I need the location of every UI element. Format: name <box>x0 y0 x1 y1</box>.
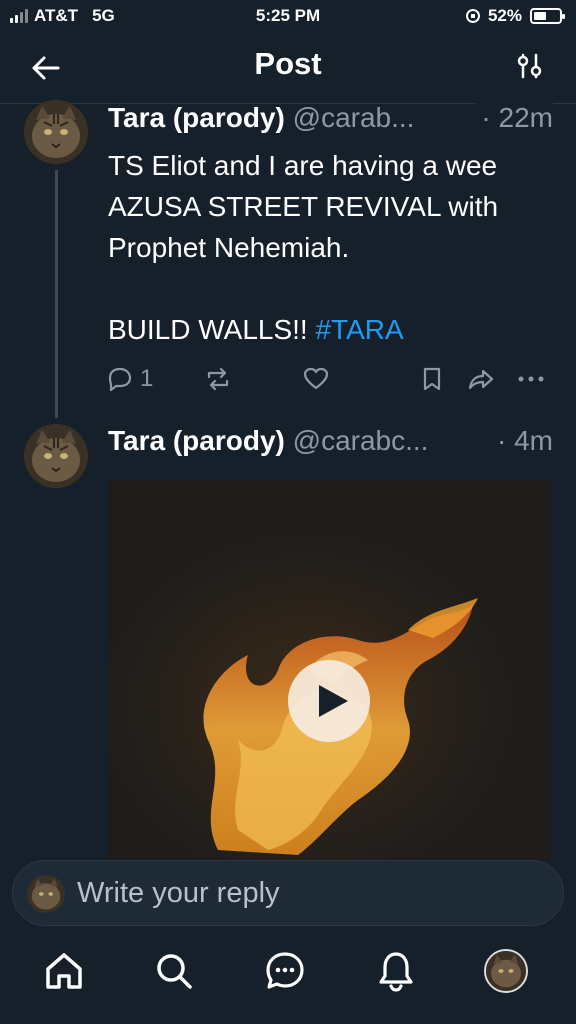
page-title: Post <box>254 46 322 81</box>
bookmark-button[interactable] <box>419 365 445 393</box>
reply-input[interactable]: Write your reply <box>77 877 280 910</box>
search-icon <box>157 954 192 989</box>
share-button[interactable] <box>466 365 496 393</box>
play-icon <box>319 685 348 717</box>
display-name[interactable]: Tara (parody) <box>108 425 285 456</box>
post-text: TS Eliot and I are having a wee AZUSA ST… <box>108 145 558 350</box>
video-media[interactable] <box>108 480 551 860</box>
reply-icon <box>108 367 132 392</box>
cat-avatar-image <box>27 875 65 913</box>
reply-button[interactable]: 1 <box>106 365 153 393</box>
post-text-line: TS Eliot and I are having a wee <box>108 150 498 181</box>
nav-notifications[interactable] <box>374 949 418 993</box>
handle[interactable]: @carab... <box>293 102 415 133</box>
cat-avatar-image <box>24 100 88 164</box>
notifications-icon <box>379 952 413 992</box>
cat-avatar-image <box>24 424 88 488</box>
status-right: 52% <box>465 6 565 26</box>
like-icon <box>303 367 329 390</box>
display-name[interactable]: Tara (parody) <box>108 102 285 133</box>
bookmark-icon <box>423 367 441 391</box>
orientation-lock-icon <box>465 9 480 23</box>
handle[interactable]: @carabc... <box>293 425 429 456</box>
avatar[interactable] <box>24 424 88 488</box>
status-bar: AT&T 5G 5:25 PM 52% <box>0 0 576 34</box>
more-icon <box>518 376 544 382</box>
reply-count: 1 <box>140 365 154 392</box>
messages-icon <box>266 952 304 989</box>
cat-avatar-image <box>486 951 526 991</box>
retweet-button[interactable] <box>204 365 232 393</box>
thread-connector <box>55 170 58 418</box>
post-text-line: BUILD WALLS!! <box>108 314 308 345</box>
battery-icon <box>530 8 565 24</box>
like-button[interactable] <box>302 365 330 393</box>
profile-avatar[interactable] <box>484 949 528 993</box>
sliders-icon <box>517 53 542 79</box>
nav-home[interactable] <box>42 949 86 993</box>
avatar <box>27 875 65 913</box>
share-icon <box>468 369 494 390</box>
header: Post <box>0 34 576 104</box>
avatar[interactable] <box>24 100 88 164</box>
retweet-icon <box>207 367 229 391</box>
post-text-line: AZUSA STREET REVIVAL with <box>108 191 499 222</box>
timestamp: · 4m <box>491 425 553 457</box>
post-header: Tara (parody) @carab... · 22m <box>108 102 553 134</box>
post-text-line: Prophet Nehemiah. <box>108 232 350 263</box>
nav-messages[interactable] <box>263 949 307 993</box>
nav-search[interactable] <box>152 949 196 993</box>
bottom-navigation <box>0 935 576 1024</box>
post-header: Tara (parody) @carabc... · 4m <box>108 425 553 457</box>
timestamp: · 22m <box>475 102 553 134</box>
reply-composer[interactable]: Write your reply <box>12 860 564 926</box>
battery-percent: 52% <box>487 6 522 25</box>
post-actions: 1 <box>106 365 546 397</box>
play-button[interactable] <box>288 660 370 742</box>
home-icon <box>46 953 82 989</box>
more-button[interactable] <box>516 365 546 393</box>
settings-button[interactable] <box>516 52 544 80</box>
hashtag-link[interactable]: #TARA <box>315 314 403 345</box>
